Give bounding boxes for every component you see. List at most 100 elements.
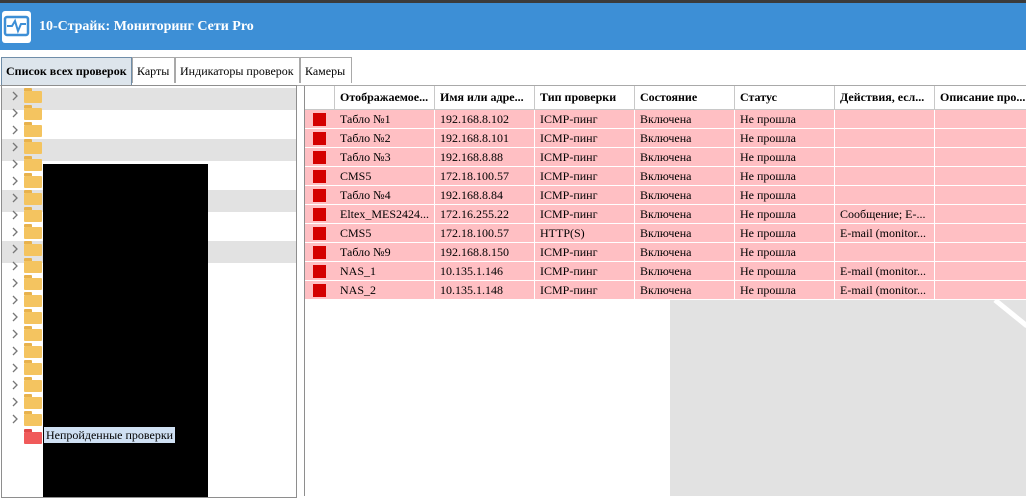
- folder-icon: [24, 139, 42, 154]
- cell-actions: [835, 243, 935, 261]
- table-row[interactable]: Eltex_MES2424... 172.16.255.22 ICMP-пинг Вк…: [305, 205, 1026, 224]
- header-actions[interactable]: Действия, есл...: [835, 86, 935, 109]
- cell-type: ICMP-пинг: [535, 148, 635, 166]
- header-description[interactable]: Описание про...: [935, 86, 1026, 109]
- cell-name: Eltex_MES2424...: [335, 205, 435, 223]
- cell-name: NAS_2: [335, 281, 435, 299]
- tab-cameras[interactable]: Камеры: [300, 57, 352, 83]
- cell-actions: [835, 167, 935, 185]
- tab-all-checks[interactable]: Список всех проверок: [1, 57, 132, 86]
- folder-icon: [24, 326, 42, 341]
- table-row[interactable]: CMS5 172.18.100.57 ICMP-пинг Включена Не про…: [305, 167, 1026, 186]
- chevron-right-icon[interactable]: [10, 345, 20, 357]
- cell-description: [935, 110, 1026, 128]
- cell-address: 10.135.1.148: [435, 281, 535, 299]
- chevron-right-icon[interactable]: [10, 311, 20, 323]
- pulse-monitor-icon[interactable]: [2, 11, 31, 43]
- header-name[interactable]: Отображаемое...: [335, 86, 435, 109]
- failed-status-icon: [313, 151, 326, 164]
- failed-status-icon: [313, 265, 326, 278]
- checks-tree[interactable]: Непройденные проверки: [1, 85, 297, 498]
- chevron-right-icon[interactable]: [10, 107, 20, 119]
- folder-icon: [24, 275, 42, 290]
- cell-status: Не прошла: [735, 243, 835, 261]
- tree-item[interactable]: [2, 122, 296, 139]
- tab-check-indicators[interactable]: Индикаторы проверок: [175, 57, 300, 83]
- cell-status: Не прошла: [735, 281, 835, 299]
- tab-maps[interactable]: Карты: [132, 57, 175, 83]
- folder-icon: [24, 173, 42, 188]
- cell-type: ICMP-пинг: [535, 110, 635, 128]
- table-row[interactable]: NAS_2 10.135.1.148 ICMP-пинг Включена Не про…: [305, 281, 1026, 300]
- chevron-right-icon[interactable]: [10, 260, 20, 272]
- header-state[interactable]: Состояние: [635, 86, 735, 109]
- chevron-right-icon[interactable]: [10, 243, 20, 255]
- failed-status-icon: [313, 246, 326, 259]
- folder-icon: [24, 292, 42, 307]
- tab-bar: Список всех проверок Карты Индикаторы пр…: [0, 57, 1026, 86]
- folder-icon: [24, 394, 42, 409]
- header-type[interactable]: Тип проверки: [535, 86, 635, 109]
- cell-name: Табло №4: [335, 186, 435, 204]
- header-status[interactable]: Статус: [735, 86, 835, 109]
- table-row[interactable]: Табло №1 192.168.8.102 ICMP-пинг Включена Не…: [305, 110, 1026, 129]
- cell-state: Включена: [635, 167, 735, 185]
- table-row[interactable]: Табло №3 192.168.8.88 ICMP-пинг Включена Не …: [305, 148, 1026, 167]
- cell-actions: E-mail (monitor...: [835, 262, 935, 280]
- cell-type: ICMP-пинг: [535, 167, 635, 185]
- cell-address: 172.16.255.22: [435, 205, 535, 223]
- table-row[interactable]: CMS5 172.18.100.57 HTTP(S) Включена Не прошл…: [305, 224, 1026, 243]
- failed-checks-label[interactable]: Непройденные проверки: [44, 427, 176, 443]
- chevron-right-icon[interactable]: [10, 328, 20, 340]
- header-address[interactable]: Имя или адре...: [435, 86, 535, 109]
- cell-address: 10.135.1.146: [435, 262, 535, 280]
- cell-status: Не прошла: [735, 262, 835, 280]
- folder-icon: [24, 207, 42, 222]
- header-marker[interactable]: [305, 86, 335, 109]
- cell-status: Не прошла: [735, 186, 835, 204]
- table-row[interactable]: Табло №9 192.168.8.150 ICMP-пинг Включена Не…: [305, 243, 1026, 262]
- chevron-right-icon[interactable]: [10, 192, 20, 204]
- cell-name: Табло №9: [335, 243, 435, 261]
- cell-address: 192.168.8.150: [435, 243, 535, 261]
- table-row[interactable]: Табло №2 192.168.8.101 ICMP-пинг Включена Не…: [305, 129, 1026, 148]
- chevron-right-icon[interactable]: [10, 90, 20, 102]
- cell-type: ICMP-пинг: [535, 243, 635, 261]
- cell-status: Не прошла: [735, 110, 835, 128]
- table-row[interactable]: Табло №4 192.168.8.84 ICMP-пинг Включена Не …: [305, 186, 1026, 205]
- failed-status-icon: [313, 132, 326, 145]
- chevron-right-icon[interactable]: [10, 396, 20, 408]
- cell-status: Не прошла: [735, 167, 835, 185]
- folder-icon: [24, 224, 42, 239]
- chevron-right-icon[interactable]: [10, 294, 20, 306]
- folder-icon: [24, 343, 42, 358]
- cell-description: [935, 129, 1026, 147]
- cell-name: Табло №3: [335, 148, 435, 166]
- table-row[interactable]: NAS_1 10.135.1.146 ICMP-пинг Включена Не про…: [305, 262, 1026, 281]
- chevron-right-icon[interactable]: [10, 158, 20, 170]
- chevron-right-icon[interactable]: [10, 226, 20, 238]
- cell-description: [935, 148, 1026, 166]
- cell-description: [935, 167, 1026, 185]
- chevron-right-icon[interactable]: [10, 379, 20, 391]
- chevron-right-icon[interactable]: [10, 175, 20, 187]
- cell-state: Включена: [635, 262, 735, 280]
- cell-state: Включена: [635, 205, 735, 223]
- tree-item[interactable]: [2, 105, 296, 122]
- chevron-right-icon[interactable]: [10, 413, 20, 425]
- redacted-area: [43, 164, 208, 497]
- chevron-right-icon[interactable]: [10, 362, 20, 374]
- cell-address: 172.18.100.57: [435, 224, 535, 242]
- chevron-right-icon[interactable]: [10, 209, 20, 221]
- cell-description: [935, 281, 1026, 299]
- checks-grid: Отображаемое... Имя или адре... Тип пров…: [304, 86, 1026, 496]
- chevron-right-icon[interactable]: [10, 141, 20, 153]
- folder-icon: [24, 258, 42, 273]
- cell-name: Табло №2: [335, 129, 435, 147]
- chevron-right-icon[interactable]: [10, 124, 20, 136]
- cell-state: Включена: [635, 110, 735, 128]
- cell-status: Не прошла: [735, 148, 835, 166]
- cell-description: [935, 205, 1026, 223]
- failed-status-icon: [313, 189, 326, 202]
- chevron-right-icon[interactable]: [10, 277, 20, 289]
